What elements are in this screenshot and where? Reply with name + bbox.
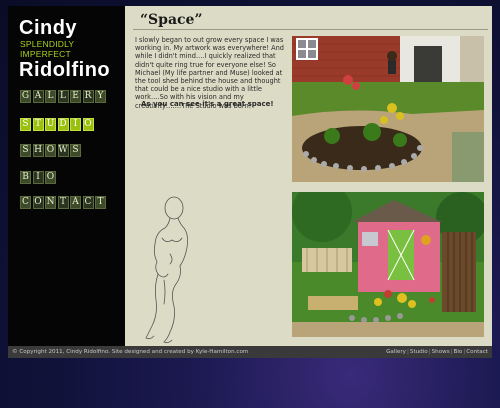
studio-photo-garden bbox=[292, 36, 484, 182]
nav-tile: T bbox=[32, 118, 44, 131]
nav-shows[interactable]: SHOWS bbox=[20, 144, 83, 162]
page-body-text: I slowly began to out grow every space I… bbox=[135, 36, 284, 110]
nav-tile: B bbox=[20, 171, 31, 184]
nav-gallery[interactable]: GALLERY bbox=[20, 90, 108, 108]
nav-tile: S bbox=[70, 144, 81, 157]
nav-tile: O bbox=[82, 118, 94, 131]
nav-tile: O bbox=[45, 144, 56, 157]
nav-bio[interactable]: BIO bbox=[20, 171, 58, 189]
nav-tile: O bbox=[45, 171, 56, 184]
nav-contact[interactable]: CONTACT bbox=[20, 196, 108, 214]
nav-tile: L bbox=[45, 90, 56, 103]
footer-link-gallery[interactable]: Gallery bbox=[386, 349, 406, 355]
footer-copyright: © Copyright 2011, Cindy Ridolfino. Site … bbox=[12, 349, 249, 355]
studio-photo-shed bbox=[292, 192, 484, 337]
nav-tile: L bbox=[57, 90, 69, 103]
footer-nav: Gallery|Studio|Shows|Bio|Contact bbox=[386, 349, 488, 355]
nav-tile: S bbox=[20, 118, 31, 131]
logo-tagline: SPLENDIDLY IMPERFECT bbox=[20, 39, 75, 59]
nav-tile: O bbox=[32, 196, 44, 209]
footer-link-contact[interactable]: Contact bbox=[466, 349, 488, 355]
nav-tile: S bbox=[20, 144, 31, 157]
footer-link-bio[interactable]: Bio bbox=[454, 349, 463, 355]
nav-tile: T bbox=[95, 196, 106, 209]
nav-tile: N bbox=[45, 196, 56, 209]
footer-separator: | bbox=[463, 349, 466, 355]
footer-link-studio[interactable]: Studio bbox=[410, 349, 428, 355]
nav-tile: I bbox=[32, 171, 44, 184]
title-divider bbox=[133, 29, 488, 30]
nav-tile: A bbox=[70, 196, 81, 209]
nav-tile: R bbox=[82, 90, 94, 103]
nav-tile: H bbox=[32, 144, 44, 157]
nav-tile: W bbox=[57, 144, 69, 157]
nav-tile: D bbox=[57, 118, 69, 131]
logo-first-name: Cindy bbox=[19, 17, 78, 39]
nav-studio[interactable]: STUDIO bbox=[20, 118, 95, 136]
nav-tile: I bbox=[70, 118, 81, 131]
footer-separator: | bbox=[450, 349, 453, 355]
logo-last-name: Ridolfino bbox=[19, 59, 111, 81]
nav-tile: E bbox=[70, 90, 81, 103]
nav-tile: C bbox=[20, 196, 31, 209]
footer-separator: | bbox=[428, 349, 431, 355]
footer-separator: | bbox=[407, 349, 409, 355]
nav-tile: Y bbox=[95, 90, 106, 103]
footer-link-shows[interactable]: Shows bbox=[432, 349, 450, 355]
page-title: “Space” bbox=[140, 12, 203, 28]
nav-tile: G bbox=[20, 90, 31, 103]
nav-tile: U bbox=[45, 118, 56, 131]
nav-tile: A bbox=[32, 90, 44, 103]
nav-tile: C bbox=[82, 196, 94, 209]
site-logo[interactable]: Cindy SPLENDIDLY IMPERFECT Ridolfino bbox=[19, 17, 119, 80]
nav-tile: T bbox=[57, 196, 69, 209]
figure-sketch-image bbox=[140, 196, 192, 351]
page-tagline: As you can see it's a great space! bbox=[141, 100, 274, 108]
